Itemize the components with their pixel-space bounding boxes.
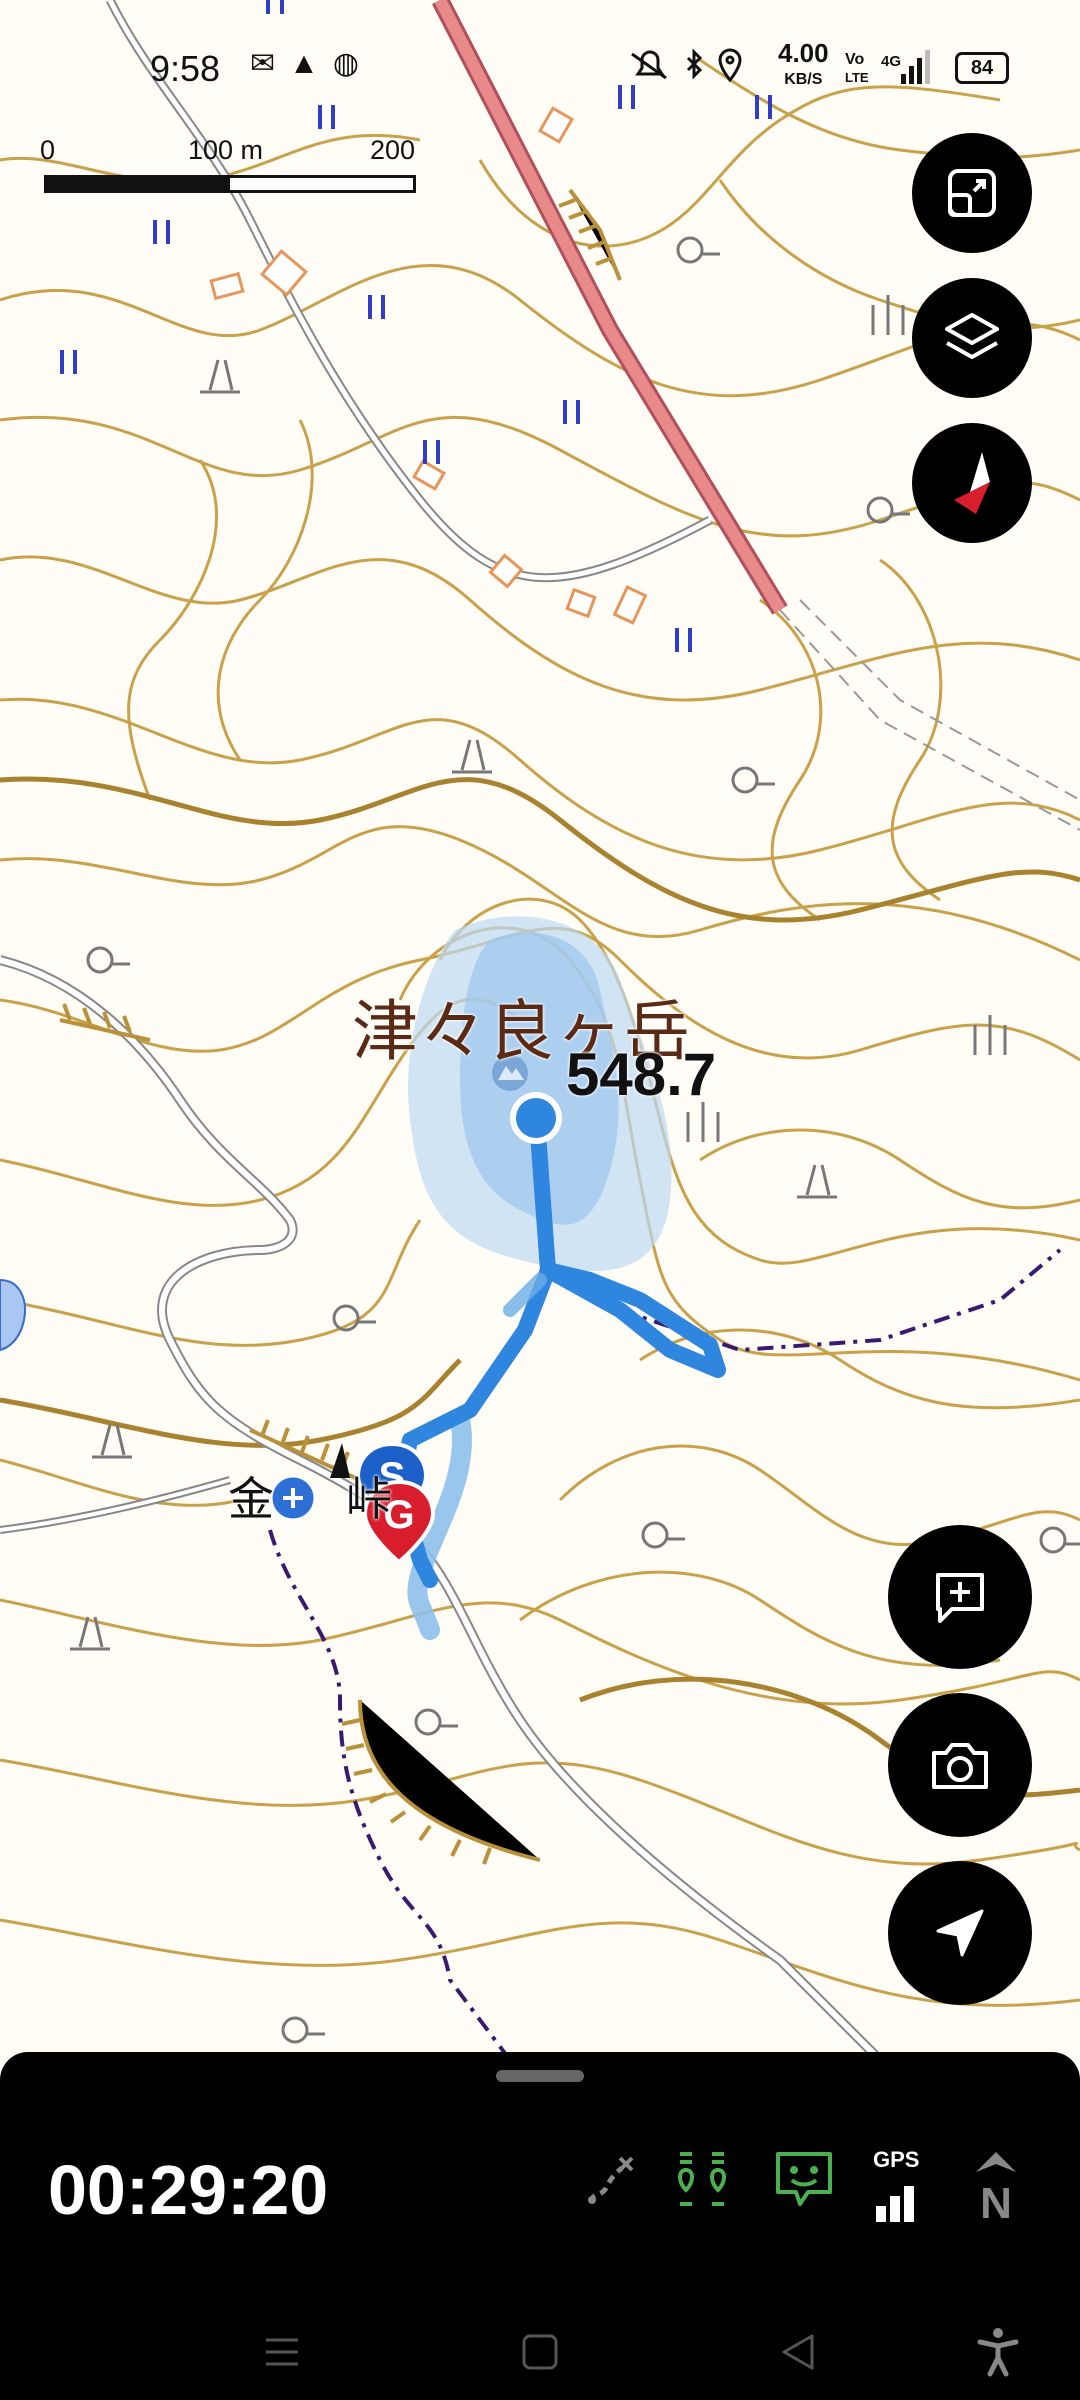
scale-label-0: 0 bbox=[40, 135, 56, 165]
camera-icon bbox=[932, 1743, 988, 1789]
battery-indicator: 84 bbox=[955, 52, 1009, 84]
mail-icon: ✉ bbox=[250, 47, 290, 80]
gps-signal-icon[interactable] bbox=[872, 2176, 932, 2224]
back-icon[interactable] bbox=[778, 2332, 818, 2372]
svg-text:Vo: Vo bbox=[845, 51, 864, 68]
elapsed-time: 00:29:20 bbox=[48, 2151, 329, 2229]
locate-icon bbox=[936, 1909, 984, 1957]
current-position-dot bbox=[516, 1098, 556, 1138]
locate-button[interactable] bbox=[888, 1861, 1032, 2005]
scale-bar-graphic bbox=[44, 175, 416, 193]
svg-text:N: N bbox=[980, 2179, 1012, 2222]
status-time: 9:58 bbox=[150, 48, 221, 89]
triangle-icon: ▲ bbox=[289, 47, 333, 80]
status-left-icons: ✉▲◍ bbox=[250, 46, 373, 81]
gps-label: GPS bbox=[873, 2147, 920, 2172]
status-right-icons bbox=[630, 46, 770, 93]
add-memo-button[interactable] bbox=[888, 1525, 1032, 1669]
peak-elevation-label: 548.7 bbox=[566, 1041, 717, 1108]
place-name-label: 金峠 bbox=[228, 1463, 392, 1529]
system-nav-bar bbox=[0, 2280, 1080, 2400]
scale-bar: 0 100 m 200 m bbox=[40, 135, 420, 196]
layers-button[interactable] bbox=[912, 278, 1032, 398]
compass-button[interactable] bbox=[912, 423, 1032, 543]
accessibility-icon[interactable] bbox=[976, 2326, 1020, 2378]
scale-label-mid: 100 m bbox=[188, 135, 264, 165]
signal-icons: Vo LTE 4G bbox=[845, 50, 930, 85]
message-face-icon[interactable] bbox=[772, 2148, 836, 2212]
north-up-icon[interactable]: N bbox=[966, 2148, 1026, 2222]
place-name-head: 金 bbox=[228, 1472, 274, 1526]
location-icon bbox=[718, 48, 742, 83]
place-name-tail: 峠 bbox=[346, 1472, 392, 1526]
net-speed: 4.00 KB/S bbox=[778, 40, 829, 91]
status-bar: 9:58 ✉▲◍ 4.00 KB/S Vo LTE 4G 84 bbox=[0, 40, 1080, 100]
compass-icon bbox=[954, 452, 990, 514]
route-off-icon[interactable] bbox=[580, 2152, 640, 2212]
status-system-icons bbox=[631, 48, 742, 83]
net-speed-unit: KB/S bbox=[784, 71, 823, 88]
globe-icon: ◍ bbox=[332, 47, 374, 80]
svg-text:LTE: LTE bbox=[845, 70, 869, 85]
home-icon[interactable] bbox=[520, 2332, 560, 2372]
waypoint-icon[interactable] bbox=[672, 2148, 736, 2212]
net-speed-value: 4.00 bbox=[778, 38, 829, 68]
menu-icon[interactable] bbox=[262, 2332, 302, 2372]
mute-icon bbox=[631, 50, 667, 80]
fullscreen-icon bbox=[948, 169, 996, 217]
camera-button[interactable] bbox=[888, 1693, 1032, 1837]
panel-drag-handle[interactable] bbox=[496, 2070, 584, 2082]
layers-icon bbox=[945, 313, 999, 359]
svg-text:4G: 4G bbox=[881, 53, 901, 70]
bluetooth-icon bbox=[686, 48, 703, 80]
fullscreen-button[interactable] bbox=[912, 133, 1032, 253]
add-memo-icon bbox=[936, 1573, 984, 1623]
